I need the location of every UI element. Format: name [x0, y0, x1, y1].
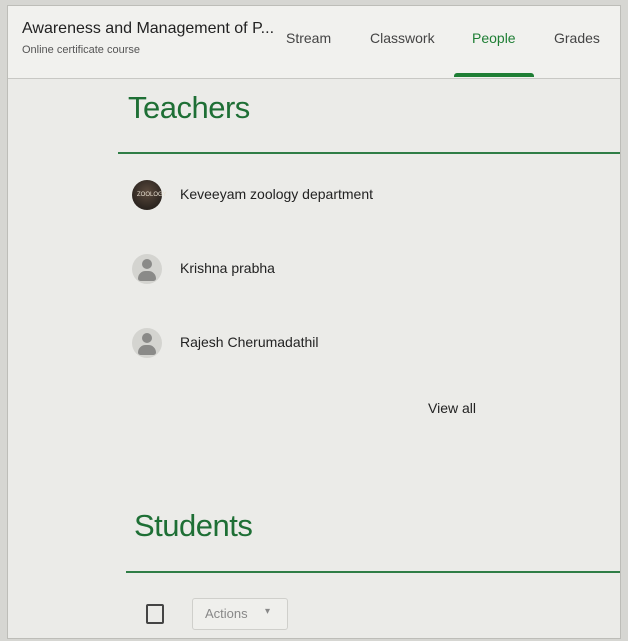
students-heading: Students [134, 508, 253, 543]
view-all-teachers-link[interactable]: View all [428, 400, 476, 416]
tab-classwork[interactable]: Classwork [370, 30, 435, 46]
teacher-name: Keveeyam zoology department [180, 186, 373, 202]
tab-people[interactable]: People [472, 30, 516, 46]
teacher-name: Rajesh Cherumadathil [180, 334, 319, 350]
user-avatar-icon [132, 254, 162, 284]
teachers-heading: Teachers [128, 90, 250, 125]
teachers-divider [118, 152, 620, 154]
tab-grades[interactable]: Grades [554, 30, 600, 46]
active-tab-indicator [454, 73, 534, 77]
class-header: Awareness and Management of P... Online … [8, 6, 620, 79]
classroom-window: Awareness and Management of P... Online … [8, 6, 620, 638]
class-title[interactable]: Awareness and Management of P... [22, 20, 274, 38]
actions-dropdown[interactable]: Actions ▾ [192, 598, 288, 630]
chevron-down-icon: ▾ [265, 606, 271, 617]
actions-label: Actions [205, 606, 248, 621]
avatar-logo-text: ZOOLOGY [137, 192, 167, 198]
teacher-name: Krishna prabha [180, 260, 275, 276]
class-subtitle: Online certificate course [22, 44, 140, 56]
select-all-checkbox[interactable] [146, 604, 164, 624]
students-divider [126, 571, 620, 573]
tab-stream[interactable]: Stream [286, 30, 331, 46]
user-avatar-icon [132, 328, 162, 358]
department-avatar: ZOOLOGY [132, 180, 167, 210]
